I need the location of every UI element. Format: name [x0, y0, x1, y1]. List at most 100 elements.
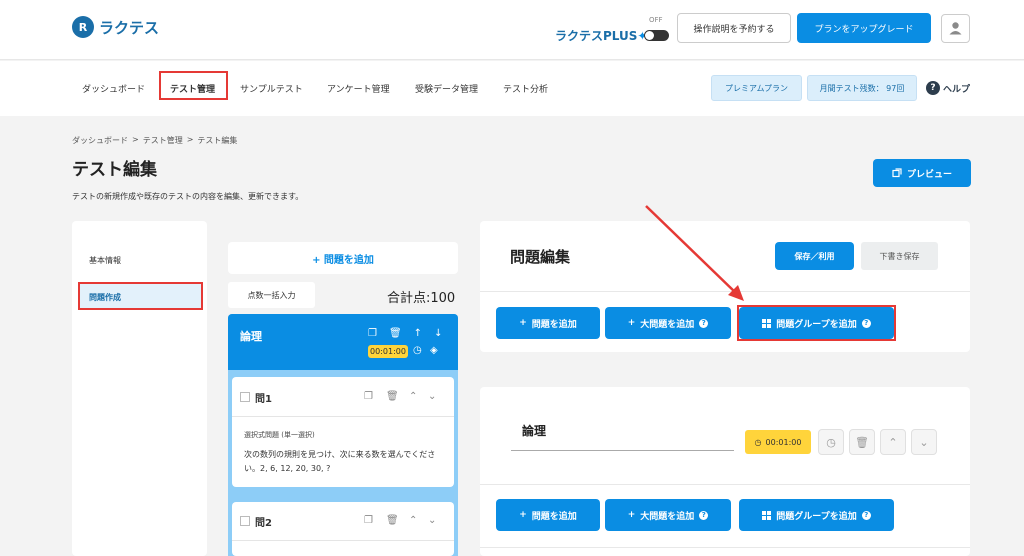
breadcrumb-current: テスト編集 — [197, 136, 238, 145]
logo-icon: R — [72, 16, 94, 38]
breadcrumb: ダッシュボード > テスト管理 > テスト編集 — [72, 135, 237, 146]
help-icon[interactable]: ? — [861, 510, 871, 520]
sidebar-item-question-create[interactable]: 問題作成 — [78, 282, 203, 310]
arrow-down-icon[interactable]: ↓ — [434, 328, 442, 339]
save-button[interactable]: 保存／利用 — [775, 242, 854, 270]
nav-item-test-analysis[interactable]: テスト分析 — [503, 82, 548, 95]
question-type: 選択式問題 (単一選択) — [244, 431, 315, 439]
add-question-list-button[interactable]: + 問題を追加 — [228, 242, 458, 274]
plus-icon: + — [519, 318, 527, 328]
divider — [232, 416, 454, 417]
help-icon[interactable]: ? — [699, 318, 709, 328]
group-name-value: 論理 — [522, 424, 547, 438]
arrow-up-icon[interactable]: ⌃ — [409, 515, 417, 526]
clock-icon[interactable]: ◷ — [413, 345, 422, 356]
page-title: テスト編集 — [72, 160, 157, 180]
breadcrumb-separator: > — [186, 135, 194, 144]
upgrade-button[interactable]: プランをアップグレード — [797, 13, 931, 43]
svg-text:R: R — [79, 21, 88, 34]
copy-icon[interactable]: ❐ — [364, 391, 373, 402]
user-icon — [949, 22, 962, 35]
arrow-up-icon[interactable]: ↑ — [414, 328, 422, 339]
grid-icon — [762, 510, 772, 520]
plus-label: ラクテスPLUS✦ — [555, 27, 647, 44]
breadcrumb-dashboard[interactable]: ダッシュボード — [72, 135, 128, 146]
page-description: テストの新規作成や既存のテストの内容を編集、更新できます。 — [72, 192, 304, 201]
plus-icon: + — [627, 510, 636, 520]
help-icon[interactable]: ? — [699, 510, 709, 520]
group-timer-value: 00:01:00 — [765, 437, 802, 447]
add-big-question-button[interactable]: + 大問題を追加 ? — [605, 499, 731, 531]
plan-badge[interactable]: プレミアムプラン — [711, 75, 802, 101]
monthly-remaining-badge[interactable]: 月間テスト残数： 97回 — [807, 75, 917, 101]
arrow-down-icon[interactable]: ⌄ — [428, 391, 436, 402]
breadcrumb-separator: > — [132, 135, 139, 144]
arrow-down-icon[interactable]: ⌄ — [428, 515, 436, 526]
plus-label-text: ラクテスPLUS — [555, 29, 638, 43]
highlight-box — [737, 305, 896, 341]
copy-icon[interactable]: ❐ — [364, 515, 373, 526]
draft-save-button[interactable]: 下書き保存 — [861, 242, 938, 270]
add-big-question-label: 大問題を追加 — [640, 511, 695, 522]
clock-button[interactable]: ◷ — [818, 429, 844, 455]
trash-icon[interactable]: 🗑 — [386, 391, 399, 402]
sidebar — [72, 221, 207, 556]
nav-item-survey[interactable]: アンケート管理 — [327, 82, 390, 95]
add-group-label: 問題グループを追加 — [776, 511, 857, 522]
move-down-button[interactable]: ⌄ — [911, 429, 937, 455]
total-score: 合計点:100 — [387, 291, 456, 306]
trash-icon: 🗑 — [855, 435, 869, 449]
annotation-arrow — [645, 205, 744, 301]
reserve-demo-button[interactable]: 操作説明を予約する — [677, 13, 791, 43]
logo-text[interactable]: ラクテス — [99, 17, 159, 38]
question-label: 問2 — [255, 518, 272, 529]
divider — [480, 484, 970, 485]
preview-icon — [892, 168, 902, 178]
question-card[interactable] — [232, 502, 454, 556]
add-big-question-button[interactable]: + 大問題を追加 ? — [605, 307, 731, 339]
question-checkbox[interactable] — [240, 392, 250, 402]
trash-icon[interactable]: 🗑 — [389, 328, 402, 339]
arrow-up-icon: ⌃ — [888, 435, 898, 449]
breadcrumb-test-management[interactable]: テスト管理 — [143, 135, 183, 146]
nav-item-sample-test[interactable]: サンプルテスト — [240, 82, 303, 95]
plus-icon: + — [519, 510, 527, 520]
trash-icon[interactable]: 🗑 — [386, 515, 399, 526]
toggle-state-label: OFF — [649, 16, 663, 24]
group-timer[interactable]: 00:01:00 — [368, 345, 408, 358]
question-group-header — [228, 314, 458, 370]
question-checkbox[interactable] — [240, 516, 250, 526]
eraser-icon[interactable]: ◈ — [430, 345, 438, 356]
add-question-button[interactable]: + 問題を追加 — [496, 307, 600, 339]
add-question-button[interactable]: + 問題を追加 — [496, 499, 600, 531]
divider — [480, 547, 970, 548]
add-question-group-button[interactable]: 問題グループを追加 ? — [739, 499, 894, 531]
clock-icon: ◷ — [826, 435, 836, 449]
sidebar-item-basic-info[interactable]: 基本情報 — [89, 255, 121, 266]
preview-button-label: プレビュー — [906, 169, 952, 180]
group-name-input[interactable] — [511, 450, 734, 451]
add-question-label: 問題を追加 — [531, 511, 577, 522]
clock-icon: ◷ — [754, 437, 762, 447]
nav-item-dashboard[interactable]: ダッシュボード — [82, 82, 145, 95]
group-title: 論理 — [240, 330, 262, 343]
preview-button[interactable]: プレビュー — [873, 159, 971, 187]
sidebar-item-label: 問題作成 — [89, 293, 121, 302]
bulk-score-button[interactable]: 点数一括入力 — [228, 282, 315, 308]
plus-toggle[interactable] — [644, 30, 669, 41]
help-icon[interactable]: ? — [926, 81, 940, 95]
editor-title: 問題編集 — [510, 248, 571, 266]
add-big-question-label: 大問題を追加 — [640, 319, 695, 330]
move-up-button[interactable]: ⌃ — [880, 429, 906, 455]
avatar[interactable] — [941, 14, 970, 43]
arrow-up-icon[interactable]: ⌃ — [409, 391, 417, 402]
question-text: 次の数列の規則を見つけ、次に来る数を選んでください。2, 6, 12, 20, … — [244, 450, 436, 473]
nav-item-exam-data[interactable]: 受験データ管理 — [415, 82, 478, 95]
highlight-box — [159, 71, 228, 100]
help-link[interactable]: ヘルプ — [943, 82, 970, 95]
trash-button[interactable]: 🗑 — [849, 429, 875, 455]
add-question-label: 問題を追加 — [531, 319, 577, 330]
plus-icon: + — [627, 318, 636, 328]
copy-icon[interactable]: ❐ — [368, 328, 377, 339]
group-timer-button[interactable]: ◷ 00:01:00 — [745, 430, 811, 454]
